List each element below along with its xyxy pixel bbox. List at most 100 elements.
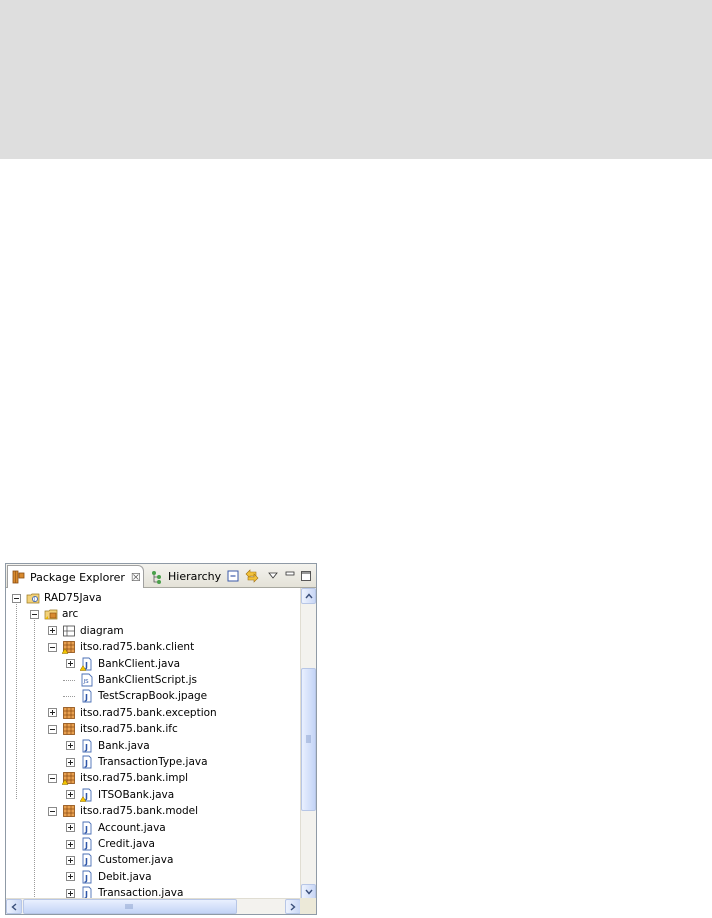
scroll-corner — [300, 898, 316, 914]
expand-icon[interactable] — [66, 872, 75, 882]
expand-icon[interactable] — [66, 741, 75, 751]
expand-icon[interactable] — [66, 888, 75, 898]
diagram-folder-icon — [62, 624, 80, 638]
tree-item[interactable]: itso.rad75.bank.client — [48, 639, 194, 655]
view-tab-bar: Package Explorer ☒ Hierarchy — [6, 564, 316, 588]
expand-icon[interactable] — [66, 659, 75, 669]
java-file-warning-icon: J — [80, 657, 98, 671]
top-gray-band — [0, 0, 712, 159]
vertical-scrollbar[interactable] — [300, 588, 316, 900]
scroll-up-button[interactable] — [301, 588, 316, 604]
tree-item-label: TransactionType.java — [98, 756, 208, 768]
expand-icon[interactable] — [48, 626, 57, 636]
expand-icon[interactable] — [48, 708, 57, 718]
tree-item-label: RAD75Java — [44, 592, 102, 604]
minimize-icon[interactable] — [282, 568, 298, 584]
java-file-icon: J — [80, 853, 98, 867]
tree-item-label: Account.java — [98, 821, 166, 834]
tree-item[interactable]: J BankClient.java — [66, 656, 180, 672]
tree-item[interactable]: itso.rad75.bank.model — [48, 803, 198, 819]
tree-item-label: Debit.java — [98, 870, 152, 883]
tab-package-explorer-label: Package Explorer — [30, 570, 125, 584]
scroll-left-button[interactable] — [6, 899, 22, 914]
grip-icon — [125, 904, 133, 909]
horizontal-scroll-thumb[interactable] — [23, 899, 237, 914]
tree-item[interactable]: J RAD75Java — [12, 590, 102, 606]
java-file-icon: J — [80, 837, 98, 851]
horizontal-scrollbar[interactable] — [6, 898, 301, 914]
collapse-icon[interactable] — [48, 806, 57, 816]
java-file-icon: J — [80, 755, 98, 769]
java-file-icon: J — [80, 870, 98, 884]
java-project-icon: J — [26, 591, 44, 605]
vertical-scroll-thumb[interactable] — [301, 668, 316, 811]
java-file-warning-icon: J — [80, 788, 98, 802]
maximize-icon[interactable] — [298, 568, 314, 584]
chevron-right-icon — [290, 902, 296, 911]
js-file-icon: JS — [80, 673, 98, 687]
svg-text:JS: JS — [83, 679, 90, 685]
collapse-icon[interactable] — [30, 609, 39, 619]
chevron-down-icon — [304, 889, 313, 895]
jpage-file-icon: J — [80, 689, 98, 703]
tree-item[interactable]: itso.rad75.bank.impl — [48, 770, 188, 786]
package-warning-icon — [62, 771, 80, 786]
tree-guide-line — [16, 602, 17, 799]
tree-item[interactable]: arc — [30, 606, 78, 622]
package-icon — [62, 722, 80, 736]
tree-item[interactable]: J TransactionType.java — [66, 754, 208, 770]
tab-hierarchy-label: Hierarchy — [168, 570, 222, 583]
tree-item[interactable]: JS BankClientScript.js — [63, 672, 197, 688]
tree-item-label: BankClient.java — [98, 657, 181, 670]
tree-item[interactable]: J Bank.java — [66, 738, 150, 754]
svg-text:J: J — [84, 857, 88, 866]
expand-icon[interactable] — [66, 855, 75, 865]
close-icon[interactable]: ☒ — [131, 571, 141, 584]
collapse-all-icon[interactable] — [225, 568, 241, 584]
expand-icon[interactable] — [66, 839, 75, 849]
svg-text:J: J — [84, 825, 88, 834]
svg-text:J: J — [84, 743, 88, 752]
collapse-icon[interactable] — [48, 773, 57, 783]
grip-icon — [306, 735, 311, 743]
tree-item-label: itso.rad75.bank.impl — [80, 772, 189, 785]
collapse-icon[interactable] — [48, 642, 57, 652]
java-file-icon: J — [80, 739, 98, 753]
chevron-left-icon — [11, 902, 17, 911]
tab-hierarchy[interactable]: Hierarchy — [146, 565, 222, 588]
view-menu-icon[interactable] — [265, 568, 281, 584]
tree-item[interactable]: J ITSOBank.java — [66, 787, 174, 803]
collapse-icon[interactable] — [12, 593, 21, 603]
tree-item[interactable]: itso.rad75.bank.exception — [48, 705, 217, 721]
package-warning-icon — [62, 640, 80, 654]
java-file-icon: J — [80, 821, 98, 835]
tree-item-label: itso.rad75.bank.model — [80, 805, 199, 818]
tree-item-label: arc — [62, 608, 79, 621]
scroll-right-button[interactable] — [285, 899, 301, 914]
expand-icon[interactable] — [66, 823, 75, 833]
link-with-editor-icon[interactable] — [244, 568, 260, 584]
package-icon — [62, 804, 80, 818]
tree-guide-line — [63, 680, 75, 681]
tree-item[interactable]: J Customer.java — [66, 852, 173, 868]
tree-item-label: Credit.java — [98, 838, 155, 850]
tree-item[interactable]: diagram — [48, 623, 124, 639]
tree-item[interactable]: J Debit.java — [66, 869, 152, 885]
tree-item[interactable]: itso.rad75.bank.ifc — [48, 721, 178, 737]
tree-item-label: BankClientScript.js — [98, 674, 197, 686]
tree-item-label: ITSOBank.java — [98, 788, 175, 801]
tree-item-label: diagram — [80, 624, 124, 637]
tab-package-explorer[interactable]: Package Explorer ☒ — [7, 565, 144, 588]
tree-item[interactable]: J TestScrapBook.jpage — [63, 688, 207, 704]
tree-item-label: Customer.java — [98, 854, 174, 867]
svg-text:J: J — [84, 874, 88, 883]
collapse-icon[interactable] — [48, 724, 57, 734]
expand-icon[interactable] — [66, 757, 75, 767]
hierarchy-icon — [150, 570, 164, 584]
package-explorer-icon — [12, 570, 26, 584]
tree-item-label: itso.rad75.bank.client — [80, 641, 195, 654]
tree-item[interactable]: J Credit.java — [66, 836, 155, 852]
expand-icon[interactable] — [66, 790, 75, 800]
tree-item[interactable]: J Account.java — [66, 820, 166, 836]
package-icon — [62, 706, 80, 720]
